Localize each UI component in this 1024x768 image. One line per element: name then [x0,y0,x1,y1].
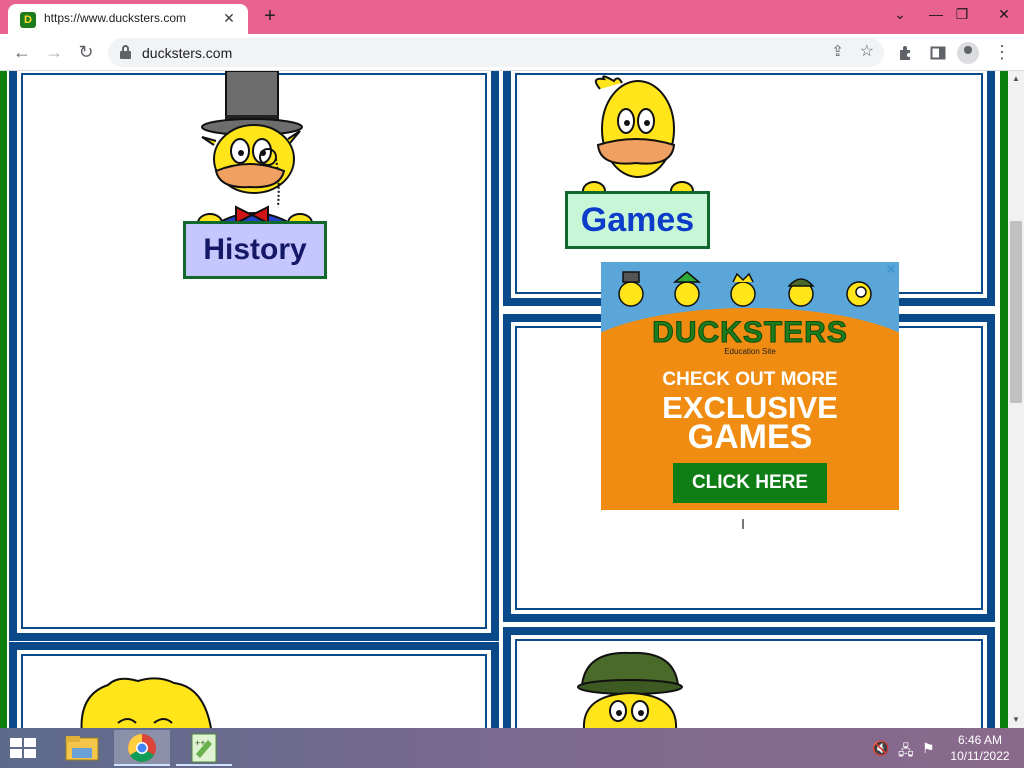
lock-icon[interactable] [120,45,131,59]
ad-caret-marker [742,519,744,529]
side-panel-icon[interactable] [926,41,950,65]
close-window-button[interactable]: ✕ [984,0,1024,34]
more-menu-icon[interactable]: ⋮ [990,41,1014,65]
file-explorer-icon[interactable] [54,730,110,766]
browser-tab[interactable]: D https://www.ducksters.com ✕ [8,4,248,34]
url-text[interactable]: ducksters.com [142,45,232,61]
tab-title: https://www.ducksters.com [44,11,187,25]
games-sign[interactable]: Games [565,191,710,249]
restore-button[interactable]: ❐ [946,0,978,34]
ad-click-here-button[interactable]: CLICK HERE [673,463,827,503]
profile-avatar-icon[interactable] [957,42,979,64]
ducksters-ad-banner[interactable]: DUCKSTERS Education Site CHECK OUT MORE … [601,262,899,510]
history-sign[interactable]: History [183,221,327,279]
back-arrow-icon[interactable]: ← [10,41,34,65]
scroll-up-arrow-icon[interactable]: ▲ [1008,71,1024,87]
page-scrollbar[interactable]: ▲ ▼ [1008,71,1024,728]
extensions-puzzle-icon[interactable] [894,41,918,65]
windows-taskbar: ++ 🔇 🖧 ⚑ 6:46 AM 10/11/2022 [0,728,1024,768]
ducksters-favicon-icon: D [20,12,36,28]
bottom-left-duck-illustration[interactable] [78,675,218,728]
chrome-taskbar-icon[interactable] [114,730,170,766]
windows-start-icon[interactable] [10,738,38,760]
address-bar[interactable]: ducksters.com ⇪ ☆ [108,38,884,67]
tab-close-icon[interactable]: ✕ [220,9,238,27]
scrollbar-thumb[interactable] [1010,221,1022,403]
clock-time: 6:46 AM [957,733,1003,747]
ad-brand-logo: DUCKSTERS [652,316,848,350]
notepad-plus-plus-icon[interactable]: ++ [176,730,232,766]
action-center-icon[interactable]: ⚑ [922,740,935,757]
bookmark-star-icon[interactable]: ☆ [860,41,874,61]
bottom-right-duck-illustration[interactable] [576,649,686,728]
right-green-border [1000,71,1008,728]
new-tab-button[interactable]: + [258,5,282,29]
ad-headline-line3: GAMES [687,418,813,456]
ad-brand-subtitle: Education Site [724,347,776,356]
ad-headline-line1: CHECK OUT MORE [662,369,838,390]
browser-titlebar: D https://www.ducksters.com ✕ + ⌄ — ❐ ✕ [0,0,1024,34]
clock-date: 10/11/2022 [950,749,1010,763]
svg-text:++: ++ [195,738,206,748]
left-green-border [0,71,7,728]
taskbar-clock[interactable]: 6:46 AM 10/11/2022 [940,732,1020,764]
browser-toolbar: ← → ↻ ducksters.com ⇪ ☆ ⋮ [0,34,1024,71]
network-icon[interactable]: 🖧 [898,740,914,764]
reload-icon[interactable]: ↻ [74,41,98,65]
ad-close-icon[interactable]: ✕ [884,262,898,276]
share-icon[interactable]: ⇪ [831,42,844,60]
scroll-down-arrow-icon[interactable]: ▼ [1008,712,1024,728]
forward-arrow-icon[interactable]: → [42,41,66,65]
volume-muted-icon[interactable]: 🔇 [872,740,889,757]
games-duck-illustration[interactable] [560,75,710,195]
tab-search-button[interactable]: ⌄ [884,0,916,34]
